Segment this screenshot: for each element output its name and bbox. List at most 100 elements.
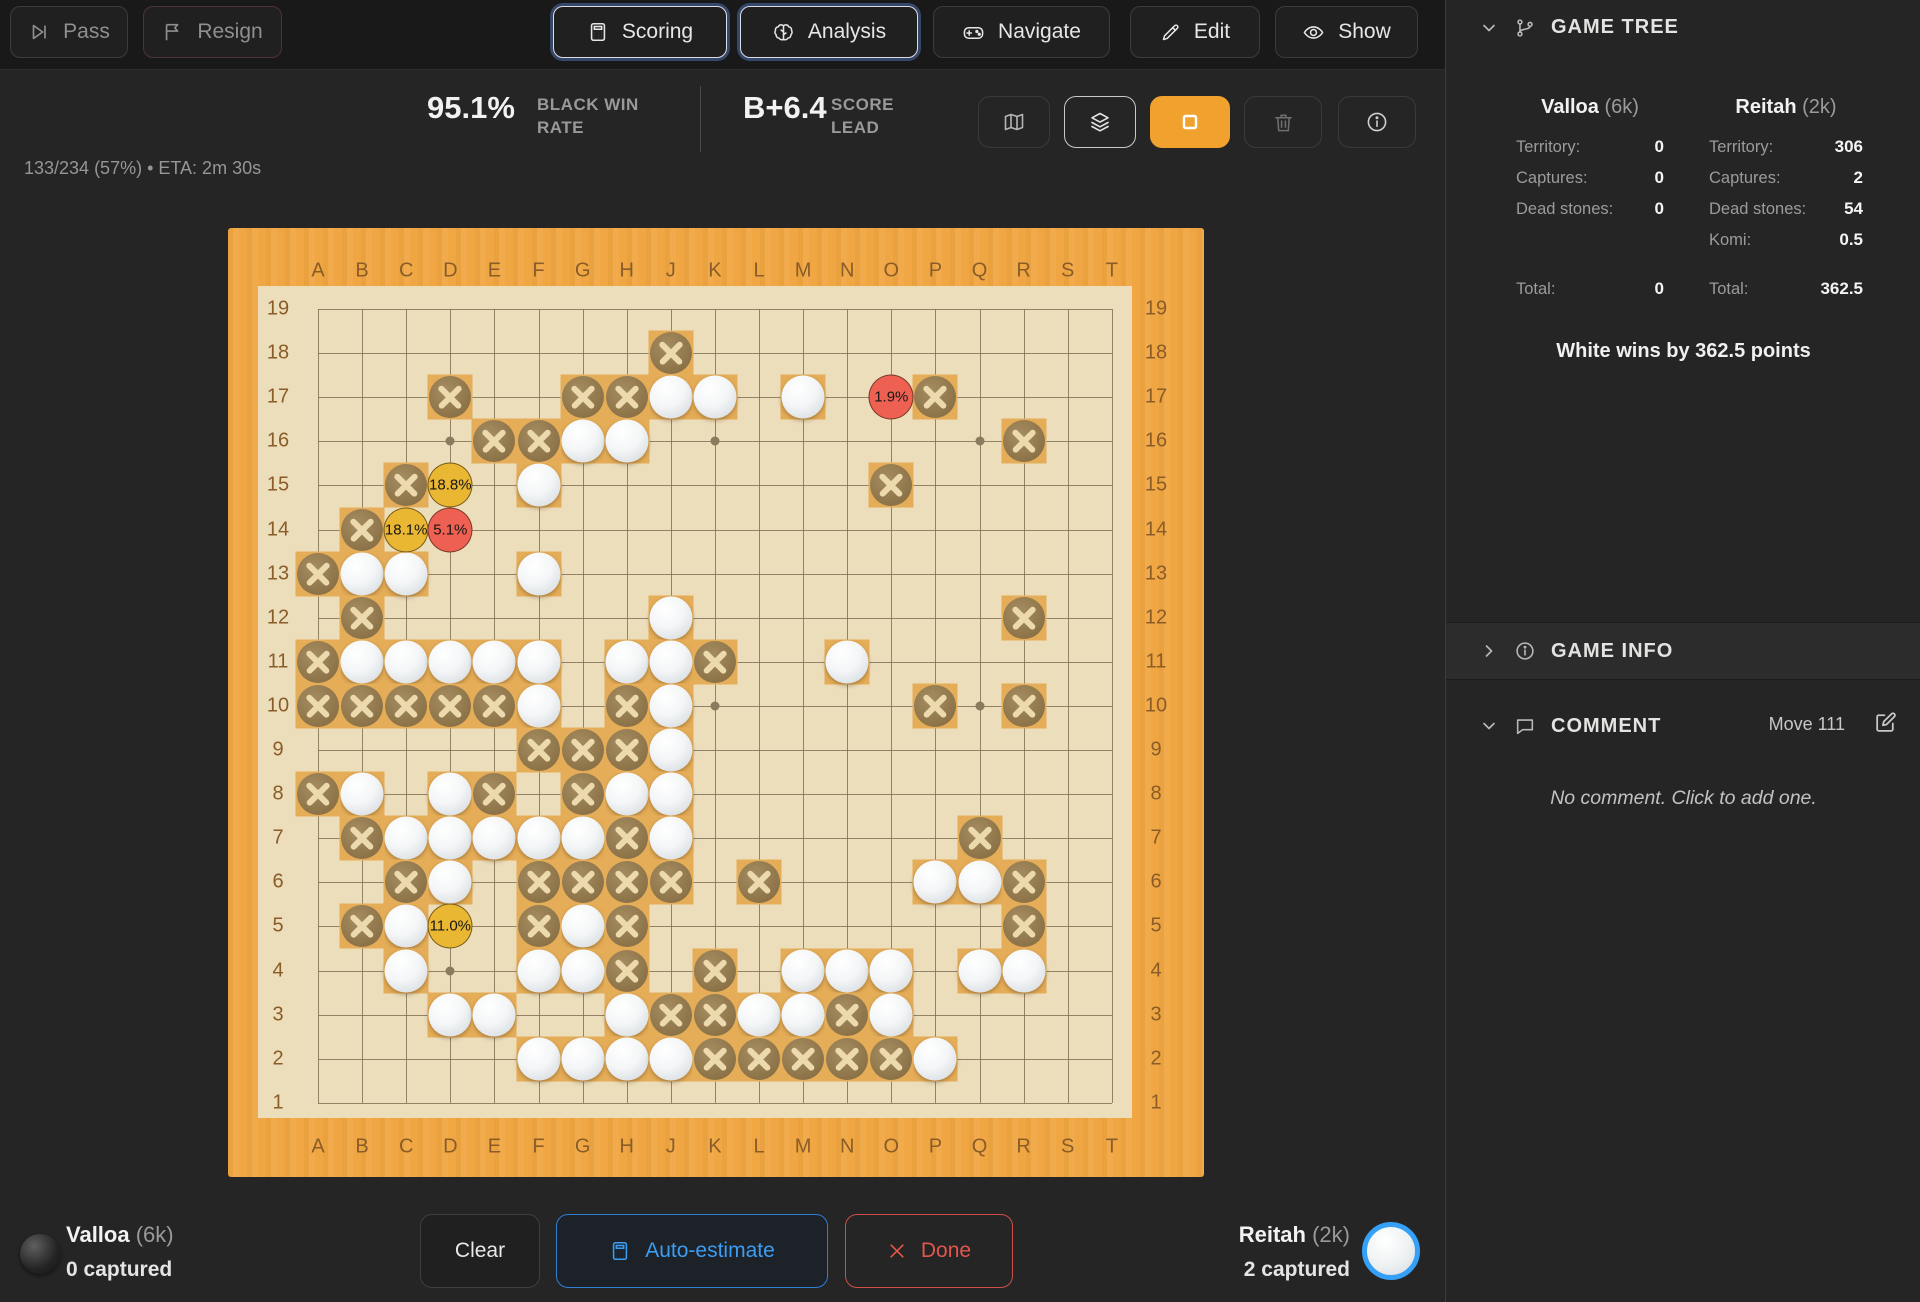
white-stone[interactable] (517, 640, 560, 684)
scoring-button[interactable]: Scoring (553, 6, 727, 58)
dead-black-stone[interactable] (649, 993, 692, 1036)
dead-black-stone[interactable] (649, 861, 692, 904)
show-button[interactable]: Show (1275, 6, 1418, 58)
dead-black-stone[interactable] (297, 773, 339, 816)
move-suggestion[interactable]: 1.9% (868, 374, 914, 420)
white-stone[interactable] (428, 993, 472, 1037)
dead-black-stone[interactable] (341, 684, 384, 727)
white-stone[interactable] (561, 949, 605, 992)
white-stone[interactable] (1002, 949, 1046, 992)
edit-button[interactable]: Edit (1130, 6, 1260, 58)
go-board[interactable]: A A B B C C D D E E F F G G H H J J K K L L M M N N O O P P Q Q R R S S T T 19… (228, 228, 1204, 1177)
white-stone[interactable] (649, 375, 693, 419)
move-suggestion[interactable]: 18.1% (383, 507, 429, 552)
white-stone[interactable] (517, 949, 560, 992)
white-stone[interactable] (428, 772, 472, 816)
white-stone[interactable] (340, 640, 384, 684)
dead-black-stone[interactable] (517, 861, 560, 904)
dead-black-stone[interactable] (473, 420, 516, 463)
dead-black-stone[interactable] (429, 684, 472, 727)
dead-black-stone[interactable] (1002, 861, 1045, 904)
white-stone[interactable] (561, 419, 605, 463)
dead-black-stone[interactable] (473, 684, 516, 727)
white-stone[interactable] (428, 816, 472, 860)
pass-button[interactable]: Pass (10, 6, 128, 58)
white-stone[interactable] (825, 640, 869, 684)
dead-black-stone[interactable] (341, 508, 384, 551)
white-stone[interactable] (384, 904, 428, 948)
white-stone[interactable] (384, 552, 428, 596)
dead-black-stone[interactable] (385, 684, 428, 727)
white-stone[interactable] (517, 1037, 560, 1081)
white-stone[interactable] (472, 640, 516, 684)
white-stone[interactable] (384, 816, 428, 860)
info-button[interactable] (1338, 96, 1416, 148)
dead-black-stone[interactable] (738, 861, 780, 904)
white-stone[interactable] (913, 1037, 957, 1081)
dead-black-stone[interactable] (870, 1037, 913, 1080)
white-stone[interactable] (384, 949, 428, 992)
layers-button[interactable] (1064, 96, 1136, 148)
white-stone[interactable] (649, 596, 693, 640)
white-stone[interactable] (472, 816, 516, 860)
analysis-button[interactable]: Analysis (740, 6, 918, 58)
dead-black-stone[interactable] (826, 993, 869, 1036)
white-stone[interactable] (517, 463, 560, 507)
white-stone[interactable] (649, 684, 693, 728)
dead-black-stone[interactable] (605, 817, 648, 860)
dead-black-stone[interactable] (1002, 420, 1045, 463)
white-stone[interactable] (869, 993, 913, 1037)
dead-black-stone[interactable] (341, 817, 384, 860)
white-stone[interactable] (517, 552, 560, 596)
white-stone[interactable] (693, 375, 737, 419)
dead-black-stone[interactable] (517, 729, 560, 771)
clear-button[interactable]: Clear (420, 1214, 540, 1288)
auto-estimate-button[interactable]: Auto-estimate (556, 1214, 828, 1288)
white-stone[interactable] (781, 375, 825, 419)
white-stone[interactable] (605, 772, 649, 816)
white-stone[interactable] (958, 949, 1001, 992)
dead-black-stone[interactable] (870, 464, 913, 507)
dead-black-stone[interactable] (473, 773, 516, 816)
stone-marker-button[interactable] (1150, 96, 1230, 148)
white-stone[interactable] (737, 993, 781, 1037)
white-stone[interactable] (384, 640, 428, 684)
dead-black-stone[interactable] (297, 640, 339, 683)
white-stone[interactable] (869, 949, 913, 992)
white-stone[interactable] (428, 640, 472, 684)
dead-black-stone[interactable] (605, 861, 648, 904)
white-stone[interactable] (649, 640, 693, 684)
dead-black-stone[interactable] (693, 640, 736, 683)
dead-black-stone[interactable] (693, 993, 736, 1036)
dead-black-stone[interactable] (297, 552, 339, 595)
dead-black-stone[interactable] (782, 1037, 825, 1080)
dead-black-stone[interactable] (605, 949, 648, 992)
dead-black-stone[interactable] (561, 729, 604, 771)
dead-black-stone[interactable] (738, 1037, 780, 1080)
white-stone[interactable] (649, 772, 693, 816)
dead-black-stone[interactable] (914, 684, 957, 727)
dead-black-stone[interactable] (561, 376, 604, 419)
dead-black-stone[interactable] (517, 420, 560, 463)
dead-black-stone[interactable] (341, 905, 384, 948)
delete-button[interactable] (1244, 96, 1322, 148)
move-suggestion[interactable]: 5.1% (427, 507, 473, 552)
dead-black-stone[interactable] (914, 376, 957, 419)
navigate-button[interactable]: Navigate (933, 6, 1110, 58)
game-tree-header[interactable]: GAME TREE (1479, 16, 1679, 39)
white-stone[interactable] (781, 949, 825, 992)
dead-black-stone[interactable] (605, 376, 648, 419)
white-stone[interactable] (561, 1037, 605, 1081)
white-stone[interactable] (472, 993, 516, 1037)
white-stone[interactable] (649, 1037, 693, 1081)
resign-button[interactable]: Resign (143, 6, 282, 58)
white-stone[interactable] (561, 904, 605, 948)
dead-black-stone[interactable] (693, 1037, 736, 1080)
white-stone[interactable] (561, 816, 605, 860)
dead-black-stone[interactable] (429, 376, 472, 419)
white-stone[interactable] (781, 993, 825, 1037)
white-stone[interactable] (605, 1037, 649, 1081)
white-stone[interactable] (517, 684, 560, 728)
dead-black-stone[interactable] (649, 332, 692, 375)
white-stone[interactable] (649, 816, 693, 860)
